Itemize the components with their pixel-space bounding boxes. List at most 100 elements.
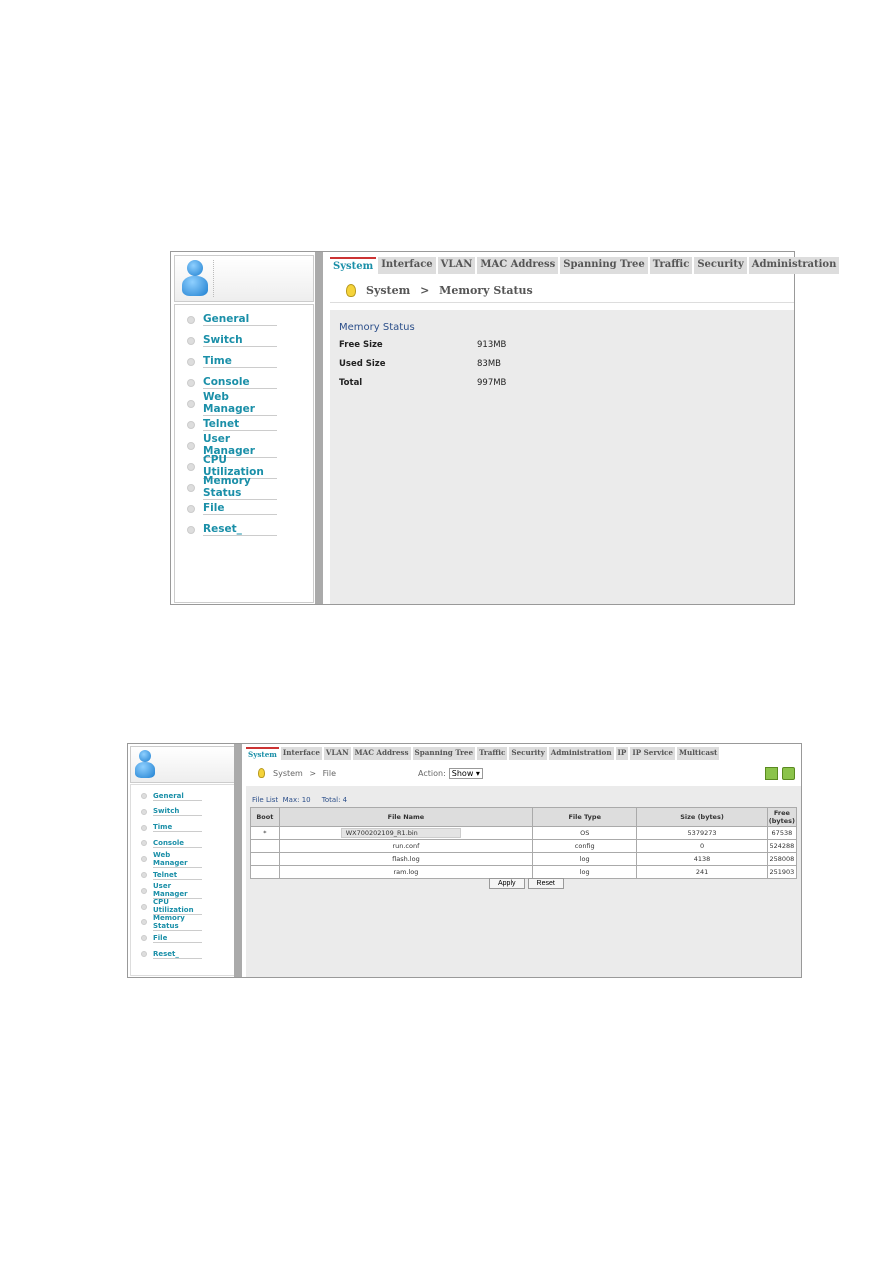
bullet-icon [141,840,147,847]
bullet-icon [141,951,147,958]
memory-status-screenshot: General Switch Time Console Web Manager Telne… [170,251,840,605]
tab-interface[interactable]: Interface [378,257,436,274]
sidebar: General Switch Time Console Web Manager Telne… [128,744,235,977]
action-label: Action: [418,768,446,778]
sidebar-item-web-manager[interactable]: Web Manager [131,851,234,868]
sidebar-item-web-manager[interactable]: Web Manager [175,391,313,417]
table-row[interactable]: run.conf config 0 524288 [250,839,798,853]
tab-ip[interactable]: IP [615,747,629,760]
memory-row: Free Size 913MB [339,340,506,359]
tab-system[interactable]: System [330,257,377,274]
tab-mac-address[interactable]: MAC Address [477,257,559,274]
breadcrumb: System > Memory Status [330,278,794,303]
bullet-icon [141,919,147,926]
free-cell: 251903 [766,865,798,879]
column-header: Boot [250,807,280,827]
tab-system[interactable]: System [246,747,279,760]
size-cell: 4138 [636,852,768,866]
bullet-icon [187,504,195,513]
bullet-icon [187,357,195,366]
tab-administration[interactable]: Administration [748,257,840,274]
sidebar-item-user-manager[interactable]: User Manager [131,882,234,900]
bullet-icon [141,824,147,831]
sidebar-item-user-manager[interactable]: User Manager [175,433,313,459]
apply-button[interactable]: Apply [489,878,525,889]
free-cell: 67538 [766,826,798,840]
size-cell: 5379273 [636,826,768,840]
tab-traffic[interactable]: Traffic [477,747,508,760]
boot-radio[interactable] [250,852,280,866]
sidebar: General Switch Time Console Web Manager Telne… [171,252,315,604]
bullet-icon [187,315,195,324]
user-panel [174,255,314,302]
sidebar-item-file[interactable]: File [175,498,313,519]
boot-radio[interactable]: * [250,826,280,840]
tab-mac-address[interactable]: MAC Address [352,747,411,760]
sidebar-item-switch[interactable]: Switch [131,804,234,820]
breadcrumb-current: Memory Status [439,283,533,297]
bullet-icon [187,399,195,408]
file-name-cell: WX700202109_R1.bin [278,826,534,840]
tab-security[interactable]: Security [694,257,747,274]
bullet-icon [141,935,147,942]
boot-radio[interactable] [250,839,280,853]
save-icon[interactable] [765,766,778,780]
sidebar-item-memory-status[interactable]: Memory Status [175,475,313,501]
user-avatar-icon [181,260,209,296]
file-type-cell: config [532,839,638,853]
boot-radio[interactable] [250,865,280,879]
sidebar-item-cpu-utilization[interactable]: CPU Utilization [131,898,234,916]
sidebar-item-general[interactable]: General [131,788,234,804]
file-name-input[interactable]: WX700202109_R1.bin [340,828,461,838]
tab-traffic[interactable]: Traffic [649,257,693,274]
sidebar-item-reset[interactable]: Reset_ [175,519,313,540]
main-tabs: System Interface VLAN MAC Address Spanning T… [246,747,720,760]
bullet-icon [141,887,147,894]
file-panel: File List Max: 10 Total: 4 Boot File Name… [246,786,801,977]
action-select[interactable]: Show ▾ [448,767,483,779]
breadcrumb-root[interactable]: System [366,284,410,297]
sidebar-menu: General Switch Time Console Web Manager Telne… [174,304,314,603]
sidebar-item-switch[interactable]: Switch [175,330,313,351]
file-type-cell: log [532,852,638,866]
user-avatar-icon [135,750,155,778]
breadcrumb-root[interactable]: System [273,769,303,778]
sidebar-menu: General Switch Time Console Web Manager Telne… [130,784,235,976]
size-cell: 0 [636,839,768,853]
sidebar-item-telnet[interactable]: Telnet [175,414,313,435]
sidebar-item-console[interactable]: Console [131,836,234,852]
sidebar-item-time[interactable]: Time [131,820,234,836]
memory-status-panel: Memory Status Free Size 913MB Used Size 83M… [330,310,794,604]
sidebar-item-console[interactable]: Console [175,372,313,393]
tab-administration[interactable]: Administration [548,747,614,760]
tab-spanning-tree[interactable]: Spanning Tree [560,257,648,274]
tab-vlan[interactable]: VLAN [323,747,351,760]
tab-multicast[interactable]: Multicast [677,747,720,760]
tab-interface[interactable]: Interface [280,747,322,760]
sidebar-item-general[interactable]: General [175,309,313,330]
lightbulb-icon [346,283,356,297]
memory-value: 913MB [477,340,507,350]
refresh-icon[interactable] [782,766,795,780]
sidebar-item-telnet[interactable]: Telnet [131,867,234,883]
tab-spanning-tree[interactable]: Spanning Tree [412,747,476,760]
sidebar-item-reset[interactable]: Reset_ [131,946,234,962]
file-type-cell: log [532,865,638,879]
file-name-cell: run.conf [278,839,534,853]
table-row[interactable]: * WX700202109_R1.bin OS 5379273 67538 [250,826,798,840]
free-cell: 524288 [766,839,798,853]
file-name-cell: ram.log [278,865,534,879]
memory-value: 83MB [477,359,501,369]
table-row[interactable]: ram.log log 241 251903 [250,865,798,879]
reset-button[interactable]: Reset [527,878,564,889]
sidebar-item-cpu-utilization[interactable]: CPU Utilization [175,454,313,480]
sidebar-item-file[interactable]: File [131,930,234,946]
sidebar-item-time[interactable]: Time [175,351,313,372]
tab-vlan[interactable]: VLAN [437,257,476,274]
bullet-icon [141,856,147,863]
table-row[interactable]: flash.log log 4138 258008 [250,852,798,866]
tab-ip-service[interactable]: IP Service [630,747,676,760]
tab-security[interactable]: Security [509,747,547,760]
sidebar-item-memory-status[interactable]: Memory Status [131,914,234,931]
bullet-icon [187,420,195,429]
